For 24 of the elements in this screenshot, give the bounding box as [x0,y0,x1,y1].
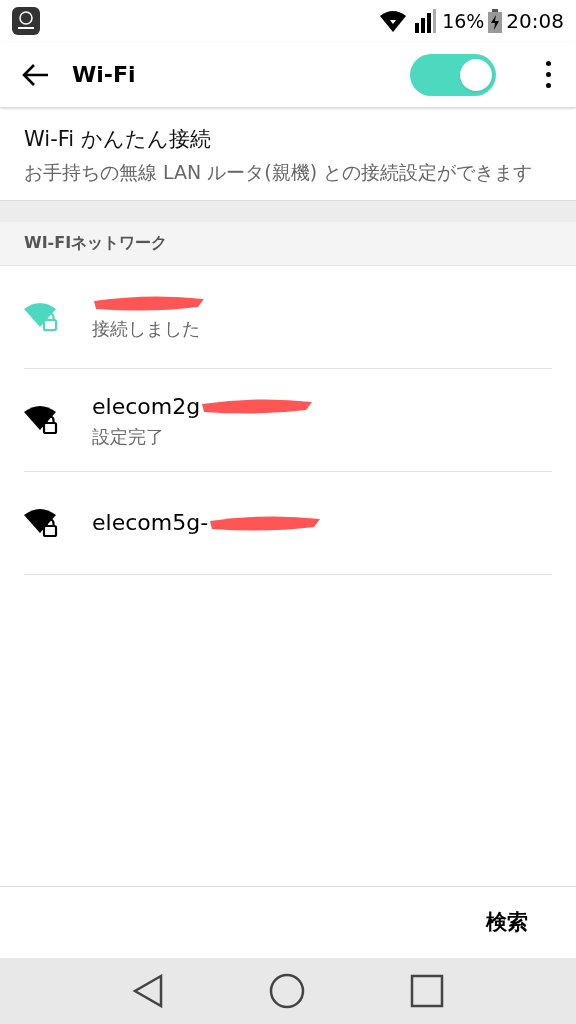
network-name: elecom2g [92,392,201,421]
search-button[interactable]: 検索 [486,906,528,939]
network-status: 設定完了 [92,424,165,449]
clock-time: 20:08 [506,8,564,35]
section-header: WI-FIネットワーク [24,232,168,254]
network-item[interactable]: elecom2g 設定完了 [24,368,552,472]
home-nav-icon[interactable] [269,973,305,1009]
easy-connect-description: お手持ちの無線 LAN ルータ(親機) との接続設定ができます [24,159,534,185]
battery-charging-icon [488,9,503,33]
network-item[interactable]: elecom5g- [24,471,552,575]
back-arrow-icon [22,62,50,87]
page-title: Wi-Fi [72,61,136,89]
network-item[interactable]: 接続しました [24,265,552,369]
recents-nav-icon[interactable] [409,974,444,1008]
battery-percent: 16% [442,8,485,34]
cell-signal-icon [414,9,439,33]
network-status: 接続しました [92,317,201,341]
back-nav-icon[interactable] [132,974,165,1008]
easy-connect-item[interactable]: Wi-Fi かんたん接続 お手持ちの無線 LAN ルータ(親機) との接続設定ができます [0,108,576,200]
bank-app-icon [12,7,40,35]
network-name: elecom5g- [92,509,209,537]
wifi-signal-icon [380,10,407,32]
easy-connect-title: Wi-Fi かんたん接続 [24,126,212,153]
wifi-toggle[interactable] [410,53,496,96]
